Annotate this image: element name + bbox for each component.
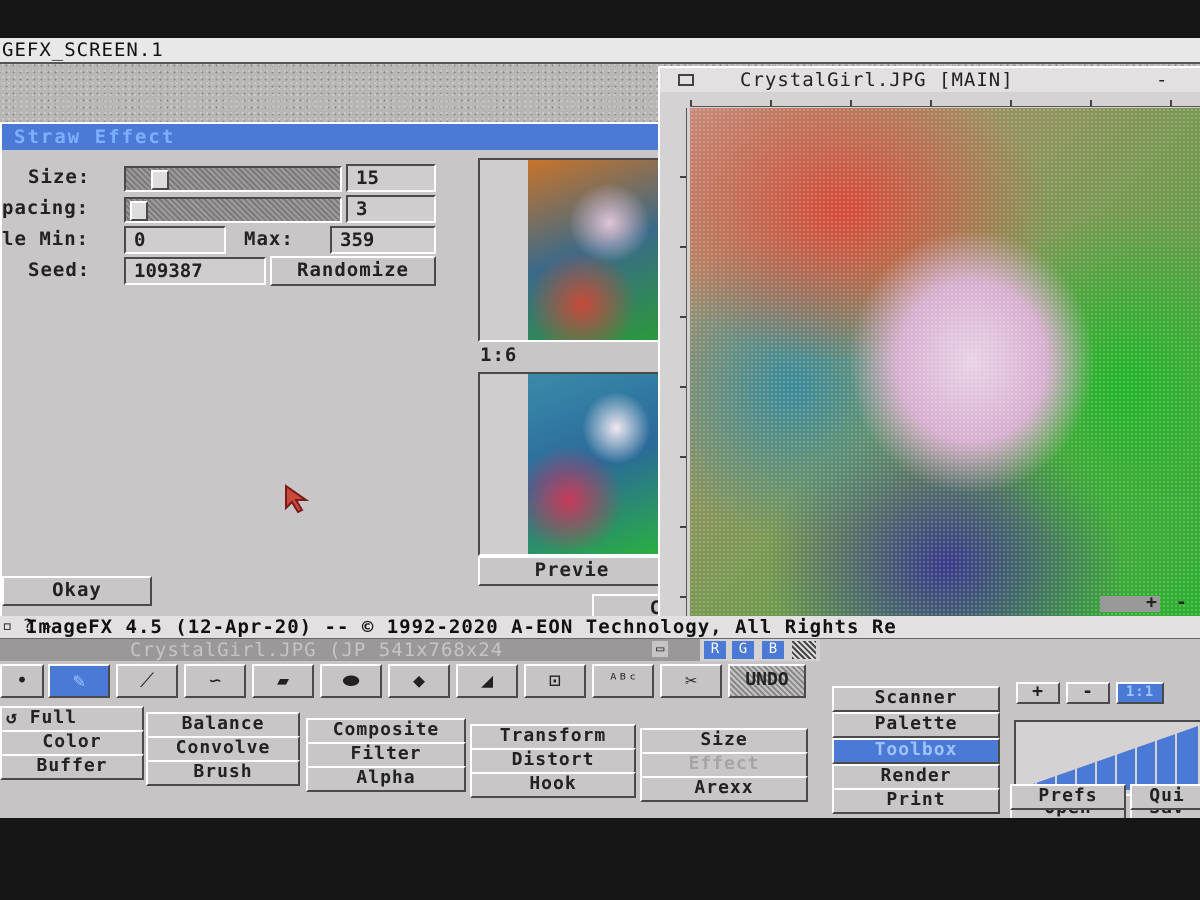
red-channel-toggle[interactable]: R [704, 641, 726, 659]
quit-button[interactable]: Qui [1130, 784, 1200, 810]
crystal-girl-image[interactable] [690, 108, 1200, 616]
size-value: 15 [356, 167, 379, 189]
size-slider-knob[interactable] [151, 170, 169, 190]
depth-gadget-icon[interactable]: - [1156, 69, 1168, 91]
freehand-tool-icon[interactable]: ✎ [48, 664, 110, 698]
scanner-module[interactable]: Scanner [832, 686, 1000, 712]
angle-min-value: 0 [134, 229, 146, 251]
randomize-button[interactable]: Randomize [270, 256, 436, 286]
top-ruler [690, 94, 1200, 107]
size-label: Size: [28, 166, 91, 188]
print-module[interactable]: Print [832, 788, 1000, 814]
angle-min-label: le Min: [2, 228, 90, 250]
spacing-field[interactable]: 3 [346, 195, 436, 223]
screen-icon[interactable]: ▭ [652, 641, 669, 657]
spacing-value: 3 [356, 198, 368, 220]
seed-value: 109387 [134, 260, 203, 282]
imagefx-screen: GEFX_SCREEN.1 Straw Effect Size: 15 paci… [0, 38, 1200, 818]
dialog-title: Straw Effect [14, 126, 176, 148]
image-window-title-bar[interactable]: CrystalGirl.JPG [MAIN] - [660, 68, 1200, 92]
zoom-out-button[interactable]: - [1066, 682, 1110, 704]
polygon-tool-icon[interactable]: ◆ [388, 664, 450, 698]
blue-channel-toggle[interactable]: B [762, 641, 784, 659]
seed-field[interactable]: 109387 [124, 257, 266, 285]
zoom-in-button[interactable]: + [1016, 682, 1060, 704]
rgb-channels: R G B [700, 639, 820, 661]
filter-button[interactable]: Filter [306, 742, 466, 768]
hook-button[interactable]: Hook [470, 772, 636, 798]
text-tool-icon[interactable]: ᴬᴮᶜ [592, 664, 654, 698]
okay-button[interactable]: Okay [2, 576, 152, 606]
undo-button[interactable]: UNDO [728, 664, 806, 698]
curve-tool-icon[interactable]: ∽ [184, 664, 246, 698]
arexx-button[interactable]: Arexx [640, 776, 808, 802]
file-info: CrystalGirl.JPG (JP 541x768x24 [130, 639, 504, 661]
composite-button[interactable]: Composite [306, 718, 466, 744]
seed-label: Seed: [28, 259, 91, 281]
alpha-button[interactable]: Alpha [306, 766, 466, 792]
scroll-plus-icon[interactable]: + [1146, 592, 1157, 613]
fill-tool-icon[interactable]: ◢ [456, 664, 518, 698]
spacing-slider-knob[interactable] [130, 201, 148, 221]
full-button[interactable]: ↺ Full [0, 706, 144, 732]
version-info: ImageFX 4.5 (12-Apr-20) -- © 1992-2020 A… [26, 616, 897, 638]
screen-title-bar[interactable]: GEFX_SCREEN.1 [0, 38, 1200, 64]
image-window-title: CrystalGirl.JPG [MAIN] [740, 69, 1014, 91]
angle-max-field[interactable]: 359 [330, 226, 436, 254]
file-info-bar: CrystalGirl.JPG (JP 541x768x24 ▭ [0, 639, 700, 661]
left-ruler [666, 108, 687, 618]
size-button[interactable]: Size [640, 728, 808, 754]
alpha-channel-toggle[interactable] [792, 641, 816, 659]
buffer-button[interactable]: Buffer [0, 754, 144, 780]
line-tool-icon[interactable]: ⟋ [116, 664, 178, 698]
balance-button[interactable]: Balance [146, 712, 300, 738]
green-channel-toggle[interactable]: G [732, 641, 754, 659]
original-preview [478, 158, 666, 342]
full-label: Full [29, 707, 78, 728]
scissors-tool-icon[interactable]: ✂ [660, 664, 722, 698]
zoom-ratio: 1:6 [480, 344, 518, 366]
angle-max-label: Max: [244, 228, 294, 250]
mouse-pointer-icon [285, 484, 310, 514]
angle-max-value: 359 [340, 229, 375, 251]
preview-button[interactable]: Previe [478, 556, 666, 586]
scroll-minus-icon[interactable]: - [1176, 592, 1187, 613]
toolbox-module[interactable]: Toolbox [832, 738, 1000, 764]
palette-module[interactable]: Palette [832, 712, 1000, 738]
original-thumbnail [528, 160, 664, 340]
spacing-slider[interactable] [124, 197, 342, 223]
screen-title: GEFX_SCREEN.1 [2, 39, 164, 61]
spacing-label: pacing: [2, 197, 90, 219]
effect-button[interactable]: Effect [640, 752, 808, 778]
effect-preview [478, 372, 666, 556]
prefs-button[interactable]: Prefs [1010, 784, 1126, 810]
transform-button[interactable]: Transform [470, 724, 636, 750]
palette-ramp [1016, 722, 1198, 790]
ellipse-tool-icon[interactable]: ⬬ [320, 664, 382, 698]
size-field[interactable]: 15 [346, 164, 436, 192]
brush-button[interactable]: Brush [146, 760, 300, 786]
color-button[interactable]: Color [0, 730, 144, 756]
rectangle-tool-icon[interactable]: ▰ [252, 664, 314, 698]
zoom-actual-button[interactable]: 1:1 [1116, 682, 1164, 704]
render-module[interactable]: Render [832, 764, 1000, 790]
point-tool-icon[interactable]: • [0, 664, 44, 698]
info-bar: ▫ ? ▹ ImageFX 4.5 (12-Apr-20) -- © 1992-… [0, 616, 1200, 639]
angle-min-field[interactable]: 0 [124, 226, 226, 254]
effect-thumbnail [528, 374, 664, 554]
image-window: CrystalGirl.JPG [MAIN] - + - [658, 66, 1200, 630]
close-gadget-icon[interactable] [678, 74, 694, 86]
convolve-button[interactable]: Convolve [146, 736, 300, 762]
distort-button[interactable]: Distort [470, 748, 636, 774]
lock-tool-icon[interactable]: ⊡ [524, 664, 586, 698]
size-slider[interactable] [124, 166, 342, 192]
